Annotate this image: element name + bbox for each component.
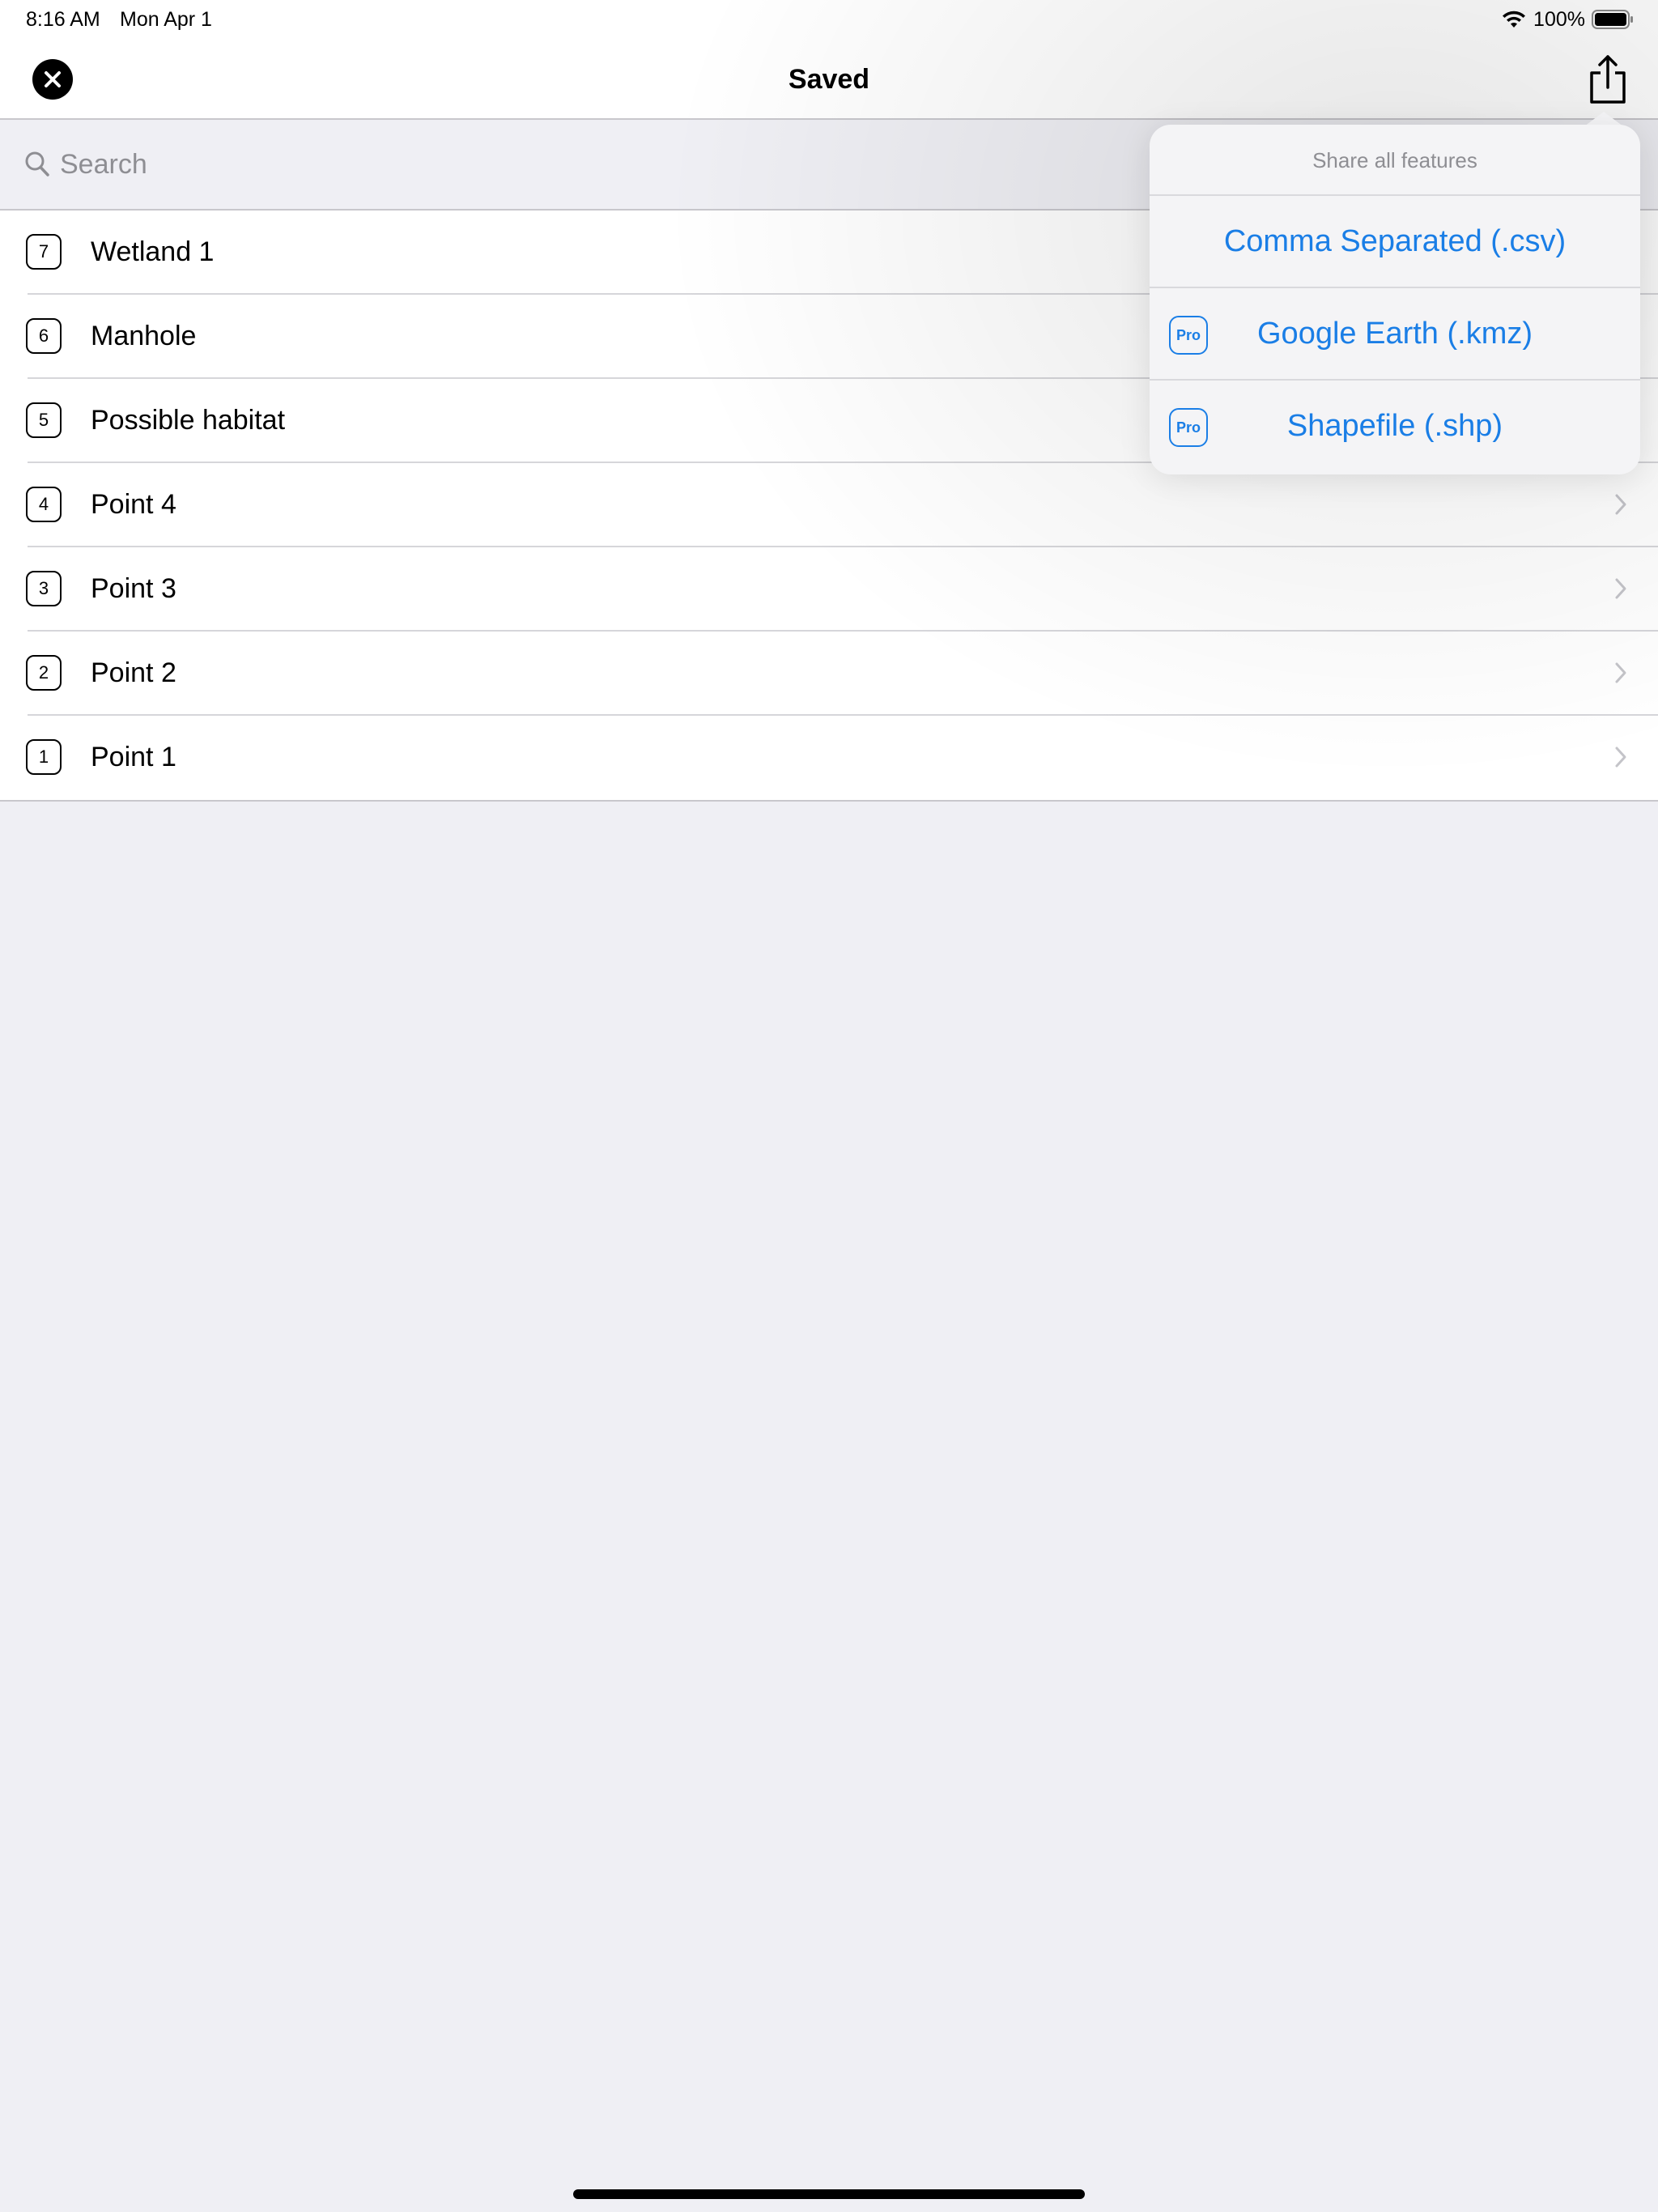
feature-number-badge: 7 xyxy=(26,234,62,270)
feature-number-badge: 5 xyxy=(26,402,62,438)
share-option-kmz[interactable]: Pro Google Earth (.kmz) xyxy=(1150,288,1640,381)
chevron-right-icon xyxy=(1614,493,1627,520)
search-input[interactable] xyxy=(60,144,1112,185)
battery-icon xyxy=(1592,10,1634,29)
feature-number-badge: 4 xyxy=(26,487,62,522)
list-item[interactable]: 4 Point 4 xyxy=(0,463,1658,547)
pro-badge-icon: Pro xyxy=(1169,316,1208,355)
search-icon xyxy=(24,151,50,182)
feature-label: Possible habitat xyxy=(91,405,286,436)
home-indicator[interactable] xyxy=(573,2189,1085,2199)
share-icon xyxy=(1590,55,1626,104)
feature-number-badge: 6 xyxy=(26,318,62,354)
feature-label: Point 2 xyxy=(91,657,176,688)
share-option-label: Shapefile (.shp) xyxy=(1286,409,1503,443)
feature-label: Point 1 xyxy=(91,742,176,772)
share-popover: Share all features Comma Separated (.csv… xyxy=(1150,125,1640,474)
status-date: Mon Apr 1 xyxy=(120,8,212,31)
share-option-csv[interactable]: Comma Separated (.csv) xyxy=(1150,196,1640,288)
chevron-right-icon xyxy=(1614,661,1627,688)
page-title: Saved xyxy=(788,64,870,95)
status-indicators: 100% xyxy=(1501,6,1634,32)
chevron-right-icon xyxy=(1614,746,1627,772)
list-item[interactable]: 3 Point 3 xyxy=(0,547,1658,632)
share-button[interactable] xyxy=(1585,53,1630,107)
popover-header: Share all features xyxy=(1150,125,1640,196)
feature-number-badge: 3 xyxy=(26,571,62,606)
list-item[interactable]: 2 Point 2 xyxy=(0,632,1658,716)
wifi-icon xyxy=(1501,10,1527,29)
share-option-label: Google Earth (.kmz) xyxy=(1257,317,1533,351)
feature-number-badge: 2 xyxy=(26,655,62,691)
feature-label: Point 3 xyxy=(91,573,176,604)
feature-number-badge: 1 xyxy=(26,739,62,775)
status-time: 8:16 AM xyxy=(26,8,100,31)
list-item[interactable]: 1 Point 1 xyxy=(0,716,1658,800)
pro-badge-icon: Pro xyxy=(1169,408,1208,447)
feature-label: Point 4 xyxy=(91,489,176,520)
share-option-shp[interactable]: Pro Shapefile (.shp) xyxy=(1150,381,1640,473)
share-option-label: Comma Separated (.csv) xyxy=(1223,224,1567,258)
feature-label: Wetland 1 xyxy=(91,236,215,267)
status-bar: 8:16 AM Mon Apr 1 100% xyxy=(0,0,1658,39)
screen: 8:16 AM Mon Apr 1 100% Saved Search 7 We… xyxy=(0,0,1658,2212)
chevron-right-icon xyxy=(1614,577,1627,604)
navigation-bar: Saved xyxy=(0,39,1658,120)
battery-percent: 100% xyxy=(1533,7,1585,31)
feature-label: Manhole xyxy=(91,321,197,351)
